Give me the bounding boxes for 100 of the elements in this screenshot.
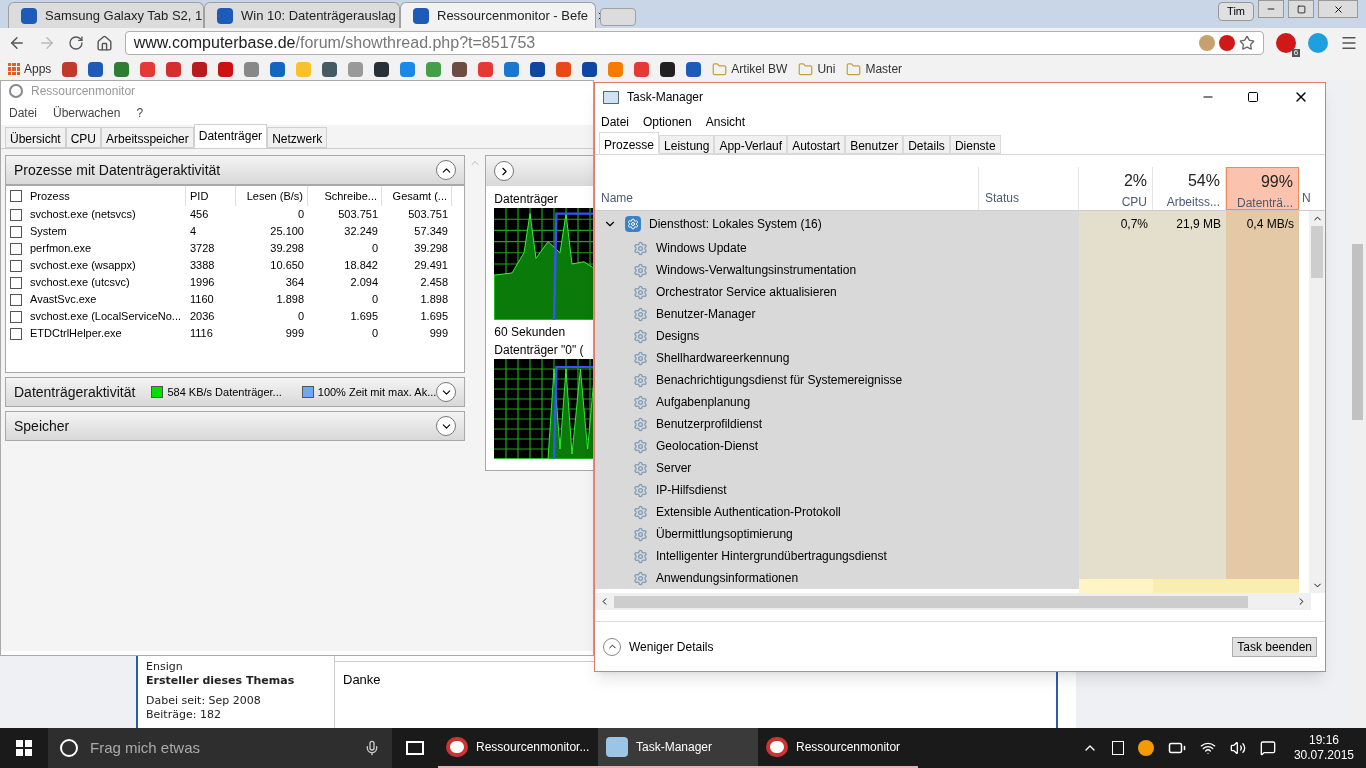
reload-icon[interactable]: [67, 35, 84, 51]
bookmark-folder[interactable]: Uni: [817, 60, 836, 78]
horizontal-scrollbar[interactable]: [595, 593, 1311, 610]
tab[interactable]: Autostart: [787, 135, 846, 154]
checkbox[interactable]: [10, 293, 22, 306]
process-group-row[interactable]: Diensthost: Lokales System (16): [595, 211, 1079, 237]
restore-button[interactable]: [1288, 0, 1314, 18]
tab[interactable]: CPU: [65, 127, 102, 148]
service-row[interactable]: Geolocation-Dienst: [595, 435, 1079, 457]
service-row[interactable]: Benutzerprofildienst: [595, 413, 1079, 435]
star-icon[interactable]: [1239, 35, 1256, 51]
service-row[interactable]: Shellhardwareerkennung: [595, 347, 1079, 369]
column-header[interactable]: PID: [190, 187, 209, 205]
adblock-icon[interactable]: [1276, 33, 1297, 53]
volume-icon[interactable]: [1229, 740, 1246, 756]
service-row[interactable]: IP-Hilfsdienst: [595, 479, 1079, 501]
expand-button[interactable]: [436, 382, 457, 402]
tab[interactable]: Datenträger: [193, 124, 268, 148]
fewer-details-link[interactable]: Weniger Details: [629, 637, 714, 656]
column-header[interactable]: N: [1299, 167, 1311, 210]
home-icon[interactable]: [95, 34, 113, 52]
scrollbar-thumb[interactable]: [1352, 244, 1363, 420]
tab[interactable]: Dienste: [949, 135, 1001, 154]
service-row[interactable]: Windows Update: [595, 237, 1079, 259]
end-task-button[interactable]: Task beenden: [1232, 636, 1317, 657]
tab[interactable]: Benutzer: [845, 135, 904, 154]
panel-header[interactable]: Prozesse mit Datenträgeraktivität: [5, 155, 466, 185]
browser-tab[interactable]: Win 10: Datenträgerauslag: [204, 2, 400, 28]
extension-icon[interactable]: [1308, 33, 1329, 53]
bookmark-folder[interactable]: Artikel BW: [731, 60, 788, 78]
panel-header[interactable]: Datenträgeraktivität 584 KB/s Datenträger... 100% Zeit mit max. Ak...: [5, 377, 466, 407]
checkbox[interactable]: [10, 242, 22, 255]
task-view-icon[interactable]: [406, 741, 424, 755]
service-row[interactable]: Übermittlungsoptimierung: [595, 523, 1079, 545]
column-header[interactable]: Prozess: [30, 187, 70, 205]
checkbox[interactable]: [10, 327, 22, 340]
column-header[interactable]: Lesen (B/s): [246, 187, 303, 205]
browser-tab[interactable]: Samsung Galaxy Tab S2, 1: [8, 2, 204, 28]
column-header[interactable]: Gesamt (...: [392, 187, 447, 205]
checkbox[interactable]: [10, 190, 22, 202]
search-box[interactable]: Frag mich etwas: [48, 728, 392, 768]
menu-item[interactable]: ?: [136, 104, 144, 122]
taskbar-app[interactable]: Task-Manager: [598, 728, 758, 768]
back-icon[interactable]: [8, 34, 26, 52]
expand-button[interactable]: [494, 161, 515, 181]
menu-item[interactable]: Ansicht: [705, 113, 746, 131]
menu-item[interactable]: Überwachen: [53, 104, 121, 122]
bookmark-favicon-icon[interactable]: [452, 61, 468, 77]
menu-icon[interactable]: [1340, 34, 1358, 52]
checkbox[interactable]: [10, 276, 22, 289]
tab[interactable]: Prozesse: [599, 132, 660, 154]
tab[interactable]: Netzwerk: [267, 127, 328, 148]
tab[interactable]: Details: [903, 135, 950, 154]
maximize-icon[interactable]: [1247, 91, 1259, 103]
scrollbar-thumb[interactable]: [1311, 226, 1323, 278]
address-bar[interactable]: www.computerbase.de/forum/showthread.php?t=851753: [124, 31, 1265, 55]
scrollbar-thumb[interactable]: [614, 595, 1248, 608]
notification-icon[interactable]: [1259, 740, 1276, 756]
tab[interactable]: Leistung: [659, 135, 715, 154]
extension-icon[interactable]: [1219, 35, 1236, 51]
wifi-icon[interactable]: [1199, 740, 1216, 756]
column-header[interactable]: Name: [595, 167, 979, 210]
checkbox[interactable]: [10, 310, 22, 323]
bookmark-favicon-icon[interactable]: [322, 61, 338, 77]
menu-item[interactable]: Optionen: [643, 113, 692, 131]
service-row[interactable]: Server: [595, 457, 1079, 479]
panel-header[interactable]: Speicher: [5, 411, 466, 441]
tab[interactable]: App-Verlauf: [714, 135, 788, 154]
service-row[interactable]: Designs: [595, 325, 1079, 347]
service-row[interactable]: Orchestrator Service aktualisieren: [595, 281, 1079, 303]
bookmark-favicon-icon[interactable]: [582, 61, 598, 77]
menu-item[interactable]: Datei: [9, 104, 37, 122]
service-row[interactable]: Benutzer-Manager: [595, 303, 1079, 325]
service-row[interactable]: Benachrichtigungsdienst für Systemereignisse: [595, 369, 1079, 391]
service-row[interactable]: Aufgabenplanung: [595, 391, 1079, 413]
vertical-scrollbar[interactable]: [1309, 211, 1325, 593]
service-row[interactable]: Anwendungsinformationen: [595, 567, 1079, 589]
column-header[interactable]: 99% Datenträ...: [1226, 167, 1299, 210]
service-row[interactable]: Extensible Authentication-Protokoll: [595, 501, 1079, 523]
bookmark-favicon-icon[interactable]: [660, 61, 676, 77]
service-row[interactable]: Intelligenter Hintergrundübertragungsdienst: [595, 545, 1079, 567]
tab[interactable]: Arbeitsspeicher: [101, 127, 194, 148]
column-header[interactable]: Status: [979, 167, 1079, 210]
checkbox[interactable]: [10, 225, 22, 238]
column-header[interactable]: 2% CPU: [1079, 167, 1153, 210]
tray-app-icon[interactable]: [1111, 741, 1124, 755]
profile-name[interactable]: Tim: [1218, 2, 1254, 21]
taskbar-app[interactable]: Ressourcenmonitor: [758, 728, 918, 768]
bookmark-favicon-icon[interactable]: [530, 61, 546, 77]
expand-button[interactable]: [436, 416, 457, 436]
checkbox[interactable]: [10, 208, 22, 221]
minimize-button[interactable]: [1258, 0, 1284, 18]
bookmark-folder[interactable]: Master: [865, 60, 903, 78]
tray-app-icon[interactable]: [1137, 740, 1154, 756]
tab[interactable]: Übersicht: [5, 127, 66, 148]
column-header[interactable]: Schreibe...: [324, 187, 377, 205]
collapse-button[interactable]: [436, 160, 457, 180]
apps-grid-icon[interactable]: [8, 63, 20, 75]
clock[interactable]: 19:16 30.07.2015: [1289, 733, 1358, 763]
service-row[interactable]: Windows-Verwaltungsinstrumentation: [595, 259, 1079, 281]
